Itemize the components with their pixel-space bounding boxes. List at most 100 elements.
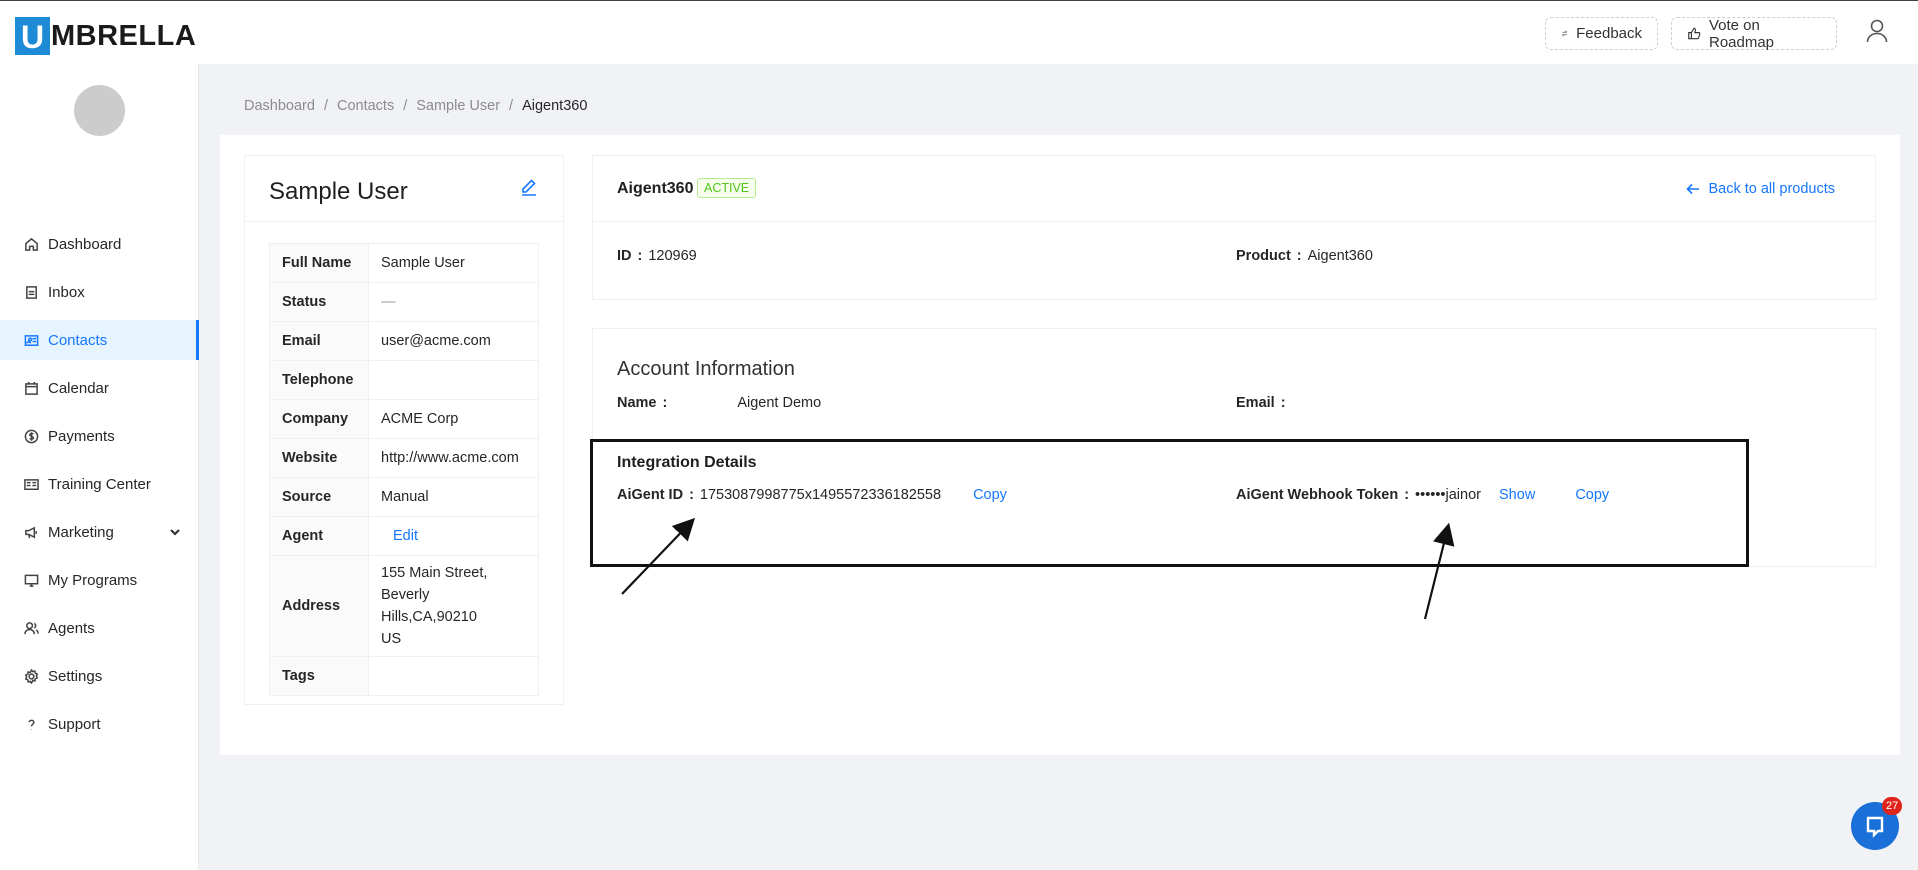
status-badge: ACTIVE (697, 178, 757, 198)
account-name-field: Name: Aigent Demo (617, 395, 822, 411)
top-bar: U MBRELLA Feedback Vote on Roadmap (0, 0, 1918, 64)
row-label: Website (269, 438, 369, 478)
home-icon (25, 237, 38, 251)
sidebar-item-label: Calendar (48, 379, 109, 397)
product-card: Aigent360 ACTIVE Back to all products ID… (592, 155, 1876, 300)
sidebar-item-label: Inbox (48, 283, 85, 301)
address-value: 155 Main Street, Beverly Hills,CA,90210 … (368, 555, 539, 657)
feedback-label: Feedback (1576, 25, 1642, 42)
dollar-icon (24, 429, 39, 443)
address-line: US (381, 631, 402, 647)
sidebar-item-agents[interactable]: Agents (0, 608, 199, 648)
sidebar-item-inbox[interactable]: Inbox (0, 272, 199, 312)
product-value: Aigent360 (1307, 248, 1373, 264)
breadcrumb-dashboard[interactable]: Dashboard (244, 98, 315, 114)
megaphone-icon (25, 526, 37, 538)
row-label: Company (269, 399, 369, 439)
edit-icon[interactable] (519, 177, 539, 197)
breadcrumb-sample-user[interactable]: Sample User (416, 98, 500, 114)
row-label: Status (269, 282, 369, 322)
breadcrumb-contacts[interactable]: Contacts (337, 98, 394, 114)
contact-name-title: Sample User (269, 178, 408, 205)
vote-roadmap-label: Vote on Roadmap (1708, 16, 1775, 51)
sidebar-item-label: My Programs (48, 571, 138, 589)
product-card-header: Aigent360 ACTIVE Back to all products (593, 156, 1875, 222)
sidebar-item-payments[interactable]: Payments (0, 416, 199, 456)
back-to-products-label: Back to all products (1708, 181, 1835, 197)
telephone-value (368, 360, 539, 400)
row-label: Address (269, 555, 369, 657)
sidebar-item-label: Agents (48, 619, 95, 637)
agent-edit-link[interactable]: Edit (381, 528, 418, 544)
id-value: 120969 (648, 248, 697, 264)
table-row: Tags (269, 656, 539, 696)
row-label: Full Name (269, 243, 369, 283)
contact-details-table: Full Name Sample User Status — Email use… (269, 243, 539, 696)
table-row: Source Manual (269, 477, 539, 517)
avatar[interactable] (74, 85, 125, 136)
breadcrumb-separator: / (323, 98, 328, 114)
sidebar: Dashboard Inbox Contacts Calendar Paymen… (0, 64, 199, 870)
sidebar-item-my-programs[interactable]: My Programs (0, 560, 199, 600)
vote-roadmap-button[interactable]: Vote on Roadmap (1671, 16, 1837, 51)
sidebar-item-marketing[interactable]: Marketing (0, 512, 199, 552)
table-row: Company ACME Corp (269, 399, 539, 439)
chat-unread-badge: 27 (1882, 797, 1903, 815)
brand-logo[interactable]: U MBRELLA (15, 17, 196, 55)
account-email-field: Email: (1236, 395, 1286, 411)
table-row: Full Name Sample User (269, 243, 539, 283)
table-row: Telephone (269, 360, 539, 400)
logo-mark: U (15, 17, 50, 55)
product-label: Product (1236, 248, 1291, 264)
agent-value: Edit (368, 516, 539, 556)
name-label: Name (617, 395, 657, 411)
source-value: Manual (368, 477, 539, 517)
sidebar-item-support[interactable]: Support (0, 704, 199, 744)
status-value: — (368, 282, 539, 322)
back-to-products-link[interactable]: Back to all products (1686, 181, 1835, 197)
sidebar-item-dashboard[interactable]: Dashboard (0, 224, 199, 264)
gear-icon (24, 668, 39, 684)
table-row: Agent Edit (269, 516, 539, 556)
chat-icon (1866, 816, 1884, 838)
contacts-icon (24, 334, 39, 346)
company-value: ACME Corp (368, 399, 539, 439)
sidebar-nav: Dashboard Inbox Contacts Calendar Paymen… (0, 224, 199, 752)
sidebar-item-training-center[interactable]: Training Center (0, 464, 199, 504)
row-label: Telephone (269, 360, 369, 400)
row-label: Email (269, 321, 369, 361)
logo-text: MBRELLA (51, 19, 197, 52)
annotation-box (590, 439, 1749, 567)
table-row: Website http://www.acme.com (269, 438, 539, 478)
email-label: Email (1236, 395, 1275, 411)
sidebar-item-label: Support (48, 715, 101, 733)
sidebar-item-label: Payments (48, 427, 115, 445)
user-icon[interactable] (1866, 19, 1888, 43)
tags-value (368, 656, 539, 696)
sidebar-item-contacts[interactable]: Contacts (0, 320, 199, 360)
arrow-left-icon (1686, 183, 1700, 195)
address-line: 155 Main Street, (381, 565, 488, 581)
calendar-icon (25, 381, 38, 395)
breadcrumb-current: Aigent360 (522, 98, 588, 114)
sidebar-item-label: Settings (48, 667, 103, 685)
row-label: Source (269, 477, 369, 517)
row-label: Tags (269, 656, 369, 696)
sidebar-item-label: Contacts (48, 331, 108, 349)
question-icon (28, 719, 35, 729)
id-label: ID (617, 248, 632, 264)
feedback-button[interactable]: Feedback (1545, 17, 1658, 50)
sidebar-item-calendar[interactable]: Calendar (0, 368, 199, 408)
monitor-icon (24, 574, 39, 587)
row-label: Agent (269, 516, 369, 556)
sidebar-item-settings[interactable]: Settings (0, 656, 199, 696)
contact-card-header: Sample User (245, 156, 563, 222)
sidebar-item-label: Dashboard (48, 235, 122, 253)
website-value: http://www.acme.com (368, 438, 539, 478)
breadcrumb: Dashboard / Contacts / Sample User / Aig… (244, 98, 587, 114)
chevron-down-icon[interactable] (169, 526, 181, 538)
breadcrumb-separator: / (509, 98, 514, 114)
swap-icon (1562, 30, 1568, 37)
product-id: ID:120969 (617, 248, 697, 264)
product-title: Aigent360 (617, 180, 694, 197)
